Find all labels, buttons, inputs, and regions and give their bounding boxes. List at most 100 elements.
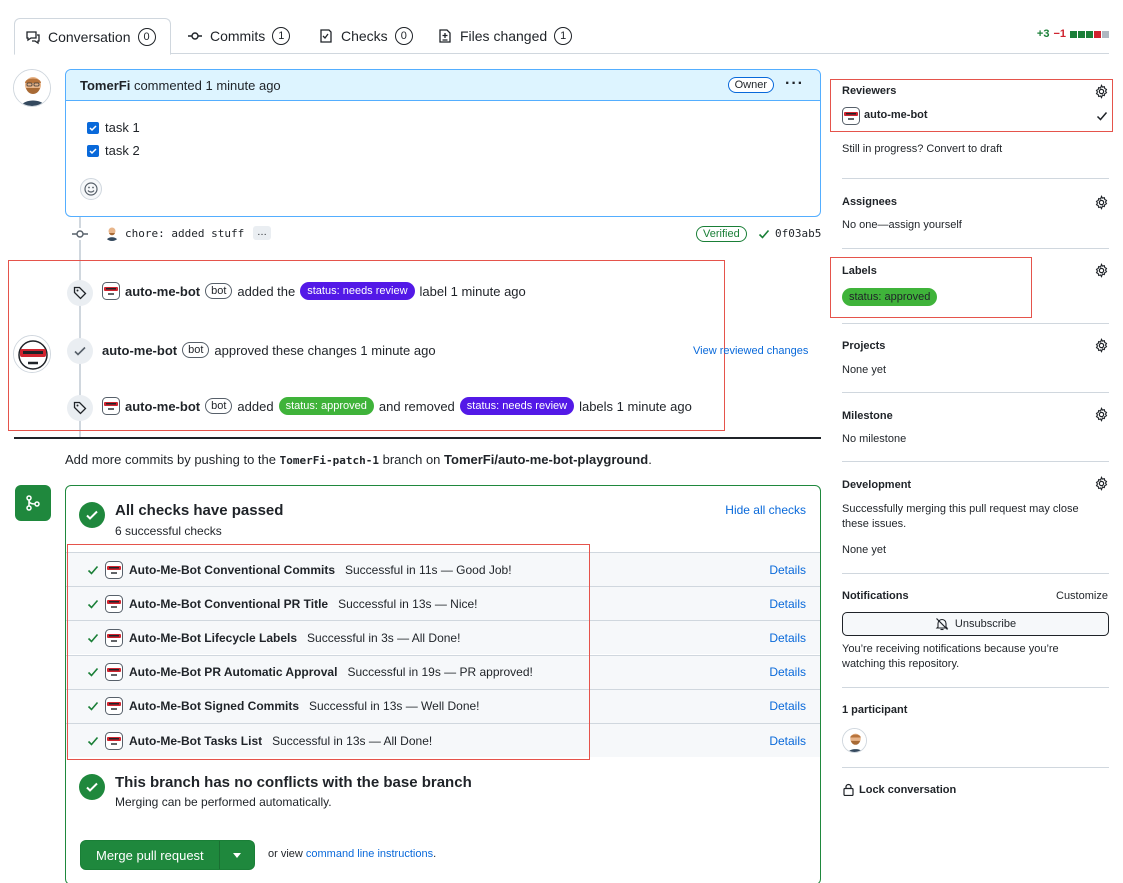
reviewer-avatar[interactable]	[842, 107, 860, 125]
tab-count: 0	[394, 27, 413, 45]
checks-title: All checks have passed	[115, 502, 284, 519]
bot-badge: bot	[205, 398, 233, 414]
event-text: added the	[237, 283, 296, 299]
cli-hint-text: or view	[268, 848, 303, 860]
view-reviewed-changes-link[interactable]: View reviewed changes	[693, 345, 808, 357]
check-details-link[interactable]: Details	[769, 597, 806, 611]
development-value: None yet	[842, 544, 887, 556]
bot-name[interactable]: auto-me-bot	[102, 343, 177, 358]
task-checkbox[interactable]	[87, 121, 99, 134]
customize-link[interactable]: Customize	[1056, 590, 1108, 602]
convert-to-draft-link[interactable]: Still in progress? Convert to draft	[842, 143, 1002, 155]
commit-message[interactable]: chore: added stuff	[125, 227, 244, 240]
avatar-tomerfi[interactable]	[13, 69, 51, 107]
participant-avatar[interactable]	[842, 728, 867, 753]
smiley-icon[interactable]	[80, 178, 102, 200]
check-details-link[interactable]: Details	[769, 563, 806, 577]
conversation-icon	[25, 29, 41, 45]
bot-avatar[interactable]	[102, 397, 120, 415]
gear-icon[interactable]	[1094, 84, 1109, 99]
merge-options-dropdown[interactable]	[220, 841, 254, 869]
lock-conversation-button[interactable]: Lock conversation	[842, 783, 956, 796]
check-details-link[interactable]: Details	[769, 631, 806, 645]
tab-conversation[interactable]: Conversation 0	[14, 18, 171, 55]
label-approved[interactable]: status: approved	[842, 288, 938, 306]
push-hint-text: Add more commits by pushing to the	[65, 452, 276, 467]
merge-button-group: Merge pull request	[80, 840, 255, 870]
reviewers-title: Reviewers	[842, 85, 897, 97]
check-details-link[interactable]: Details	[769, 665, 806, 679]
commit-icon	[187, 28, 203, 44]
conflict-title: This branch has no conflicts with the ba…	[115, 774, 472, 791]
gear-icon[interactable]	[1094, 195, 1109, 210]
assignees-title: Assignees	[842, 196, 898, 208]
event-text: labels 1 minute ago	[579, 398, 692, 414]
milestone-title: Milestone	[842, 410, 893, 422]
divider	[842, 461, 1109, 462]
label-approved[interactable]: status: approved	[278, 397, 374, 415]
label-needs-review[interactable]: status: needs review	[459, 397, 575, 415]
label-needs-review[interactable]: status: needs review	[300, 282, 415, 300]
repo-name[interactable]: TomerFi/auto-me-bot-playground	[444, 452, 648, 467]
hide-checks-link[interactable]: Hide all checks	[725, 503, 806, 517]
projects-value: None yet	[842, 364, 887, 376]
merge-pull-request-button[interactable]: Merge pull request	[81, 841, 220, 869]
bot-avatar[interactable]	[102, 282, 120, 300]
event-text: approved these changes 1 minute ago	[214, 342, 436, 358]
task-item: task 1	[87, 120, 140, 135]
diff-bar	[1070, 30, 1109, 38]
commit-author-avatar[interactable]	[104, 225, 120, 241]
lock-label: Lock conversation	[859, 783, 957, 796]
reviewer-name[interactable]: auto-me-bot	[864, 109, 928, 121]
labels-title: Labels	[842, 265, 877, 277]
divider	[842, 392, 1109, 393]
verified-badge[interactable]: Verified	[696, 226, 747, 242]
diffstat[interactable]: +3 −1	[1037, 28, 1109, 40]
tab-commits[interactable]: Commits 1	[177, 18, 300, 54]
commit-sha[interactable]: 0f03ab5	[775, 227, 821, 240]
task-label: task 1	[105, 120, 140, 135]
cli-instructions-link[interactable]: command line instructions	[306, 848, 433, 860]
no-conflicts-icon	[79, 774, 105, 800]
lock-icon	[842, 783, 855, 796]
chevron-down-icon	[232, 852, 241, 858]
cli-hint-text: .	[433, 848, 437, 860]
bell-slash-icon	[935, 617, 949, 631]
check-details-link[interactable]: Details	[769, 699, 806, 713]
tab-label: Checks	[341, 28, 388, 44]
branch-name[interactable]: TomerFi-patch-1	[280, 454, 379, 467]
git-merge-icon	[15, 485, 51, 521]
gear-icon[interactable]	[1094, 338, 1109, 353]
comment-box: TomerFi commented 1 minute ago Owner ···…	[65, 69, 821, 217]
participants-title: 1 participant	[842, 704, 908, 716]
divider	[842, 573, 1109, 574]
comment-menu-icon[interactable]: ···	[785, 75, 804, 93]
milestone-value: No milestone	[842, 433, 907, 445]
bot-name[interactable]: auto-me-bot	[125, 284, 200, 299]
tag-icon	[67, 280, 93, 306]
checks-passed-icon	[79, 502, 105, 528]
avatar-auto-me-bot[interactable]	[13, 335, 51, 373]
gear-icon[interactable]	[1094, 407, 1109, 422]
event-text: and removed	[378, 398, 455, 414]
tag-icon	[67, 395, 93, 421]
divider	[842, 248, 1109, 249]
task-checkbox[interactable]	[87, 144, 99, 157]
conflict-subtitle: Merging can be performed automatically.	[115, 795, 332, 809]
bot-name[interactable]: auto-me-bot	[125, 399, 200, 414]
pr-tabs: Conversation 0 Commits 1 Checks 0 Files …	[14, 18, 1109, 55]
assignees-value[interactable]: No one—assign yourself	[842, 219, 962, 231]
cli-hint: or view command line instructions.	[268, 848, 436, 860]
file-diff-icon	[437, 28, 453, 44]
gear-icon[interactable]	[1094, 476, 1109, 491]
gear-icon[interactable]	[1094, 263, 1109, 278]
unsubscribe-button[interactable]: Unsubscribe	[842, 612, 1109, 636]
comment-author[interactable]: TomerFi	[80, 78, 130, 93]
checklist-icon	[318, 28, 334, 44]
development-text: Successfully merging this pull request m…	[842, 503, 1079, 530]
tab-files-changed[interactable]: Files changed 1	[427, 18, 582, 54]
divider	[842, 687, 1109, 688]
check-details-link[interactable]: Details	[769, 734, 806, 748]
commit-expand-button[interactable]: …	[253, 226, 271, 240]
tab-checks[interactable]: Checks 0	[308, 18, 423, 54]
